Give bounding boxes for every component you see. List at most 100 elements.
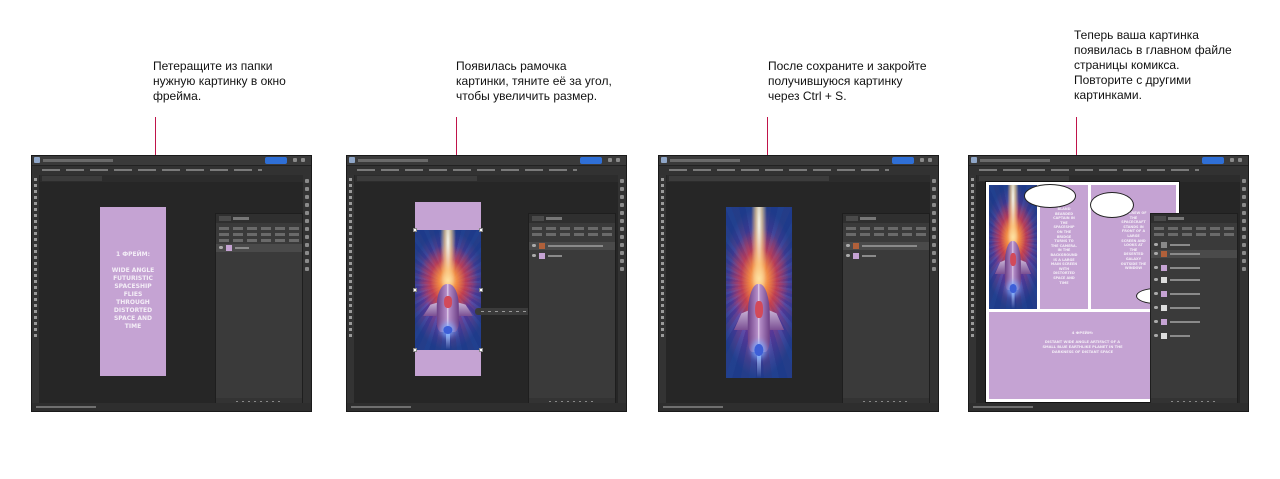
- layer-row[interactable]: [216, 244, 302, 252]
- menu-bar: [659, 156, 938, 165]
- photoshop-window-1: 1 фрейм: wide angle futuristic spaceship…: [31, 155, 312, 412]
- photoshop-logo-icon: [349, 157, 355, 163]
- right-panel-icons[interactable]: [1240, 175, 1248, 403]
- layer-thumbnail-icon: [539, 253, 545, 259]
- eye-icon[interactable]: [1154, 292, 1158, 295]
- eye-icon[interactable]: [532, 244, 536, 247]
- layer-row[interactable]: [1151, 264, 1237, 272]
- layer-thumbnail-icon: [853, 243, 859, 249]
- options-bar: [32, 165, 311, 175]
- share-button[interactable]: [1202, 157, 1224, 164]
- transform-handle[interactable]: [479, 348, 483, 352]
- document-tab-bar: [40, 175, 311, 182]
- eye-icon[interactable]: [532, 254, 536, 257]
- layer-thumbnail-icon: [1161, 319, 1167, 325]
- folder-icon: [1161, 242, 1167, 248]
- layer-thumbnail-icon: [1161, 265, 1167, 271]
- step-1-caption: Петеращите из папки нужную картинку в ок…: [153, 59, 286, 103]
- frame-placeholder[interactable]: 1 фрейм: wide angle futuristic spaceship…: [100, 207, 166, 376]
- eye-icon[interactable]: [846, 254, 850, 257]
- menu-bar: [32, 156, 311, 165]
- layer-row[interactable]: [1151, 290, 1237, 298]
- frame-prompt-text: 1 фрейм: wide angle futuristic spaceship…: [111, 251, 155, 330]
- comic-frame-4[interactable]: 4 фрейм: distant wide angle artifact of …: [989, 312, 1176, 399]
- placed-spaceship-image[interactable]: [726, 207, 792, 378]
- speech-bubble: [1090, 192, 1134, 218]
- photoshop-logo-icon: [971, 157, 977, 163]
- layer-row[interactable]: [843, 252, 929, 260]
- layers-panel[interactable]: [215, 213, 303, 406]
- right-panel-icons[interactable]: [618, 175, 626, 403]
- options-bar: [969, 165, 1248, 175]
- share-button[interactable]: [580, 157, 602, 164]
- comic-frame-4-title: 4 фрейм:: [1071, 330, 1094, 335]
- status-bar: [659, 403, 938, 411]
- layers-panel[interactable]: [842, 213, 930, 406]
- photoshop-window-4: Bland bearded captain in the spaceship o…: [968, 155, 1249, 412]
- eye-icon[interactable]: [846, 244, 850, 247]
- transform-handle[interactable]: [479, 228, 483, 232]
- layers-panel[interactable]: [528, 213, 616, 406]
- layer-thumbnail-icon: [1161, 251, 1167, 257]
- tools-panel[interactable]: [32, 175, 39, 403]
- layers-panel[interactable]: [1150, 213, 1238, 406]
- menu-bar: [347, 156, 626, 165]
- layer-thumbnail-icon: [1161, 291, 1167, 297]
- document-tab-bar: [355, 175, 626, 182]
- transform-handle[interactable]: [413, 288, 417, 292]
- status-bar: [347, 403, 626, 411]
- layer-row[interactable]: [529, 252, 615, 260]
- status-bar: [32, 403, 311, 411]
- tools-panel[interactable]: [659, 175, 666, 403]
- document-tab[interactable]: [669, 176, 829, 181]
- layer-row[interactable]: [1151, 250, 1237, 258]
- status-bar: [969, 403, 1248, 411]
- document-tab[interactable]: [357, 176, 477, 181]
- layer-thumbnail-icon: [1161, 305, 1167, 311]
- layer-row[interactable]: [1151, 332, 1237, 340]
- transform-handle[interactable]: [413, 348, 417, 352]
- search-icon[interactable]: [608, 158, 612, 162]
- eye-icon[interactable]: [1154, 243, 1158, 246]
- layer-thumbnail-icon: [226, 245, 232, 251]
- speech-bubble: [1024, 184, 1076, 208]
- layer-group-row[interactable]: [1151, 241, 1237, 249]
- layer-row[interactable]: [1151, 318, 1237, 326]
- photoshop-window-2: [346, 155, 627, 412]
- menu-bar: [969, 156, 1248, 165]
- layer-row[interactable]: [1151, 304, 1237, 312]
- options-bar: [347, 165, 626, 175]
- search-icon[interactable]: [293, 158, 297, 162]
- layer-thumbnail-icon: [1161, 277, 1167, 283]
- eye-icon[interactable]: [1154, 306, 1158, 309]
- step-3-caption: После сохраните и закройте получившуюся …: [768, 59, 927, 103]
- layer-row[interactable]: [529, 242, 615, 250]
- photoshop-logo-icon: [34, 157, 40, 163]
- share-button[interactable]: [265, 157, 287, 164]
- eye-icon[interactable]: [1154, 320, 1158, 323]
- right-panel-icons[interactable]: [930, 175, 938, 403]
- layer-thumbnail-icon: [853, 253, 859, 259]
- transform-handle[interactable]: [413, 228, 417, 232]
- layer-row[interactable]: [1151, 276, 1237, 284]
- eye-icon[interactable]: [219, 246, 223, 249]
- eye-icon[interactable]: [1154, 266, 1158, 269]
- eye-icon[interactable]: [1154, 278, 1158, 281]
- search-icon[interactable]: [1230, 158, 1234, 162]
- tools-panel[interactable]: [969, 175, 976, 403]
- placed-spaceship-image[interactable]: [415, 230, 481, 350]
- comic-frame-2-text: Bland bearded captain in the spaceship o…: [1050, 207, 1078, 285]
- share-button[interactable]: [892, 157, 914, 164]
- document-tab[interactable]: [42, 176, 102, 181]
- eye-icon[interactable]: [1154, 252, 1158, 255]
- tools-panel[interactable]: [347, 175, 354, 403]
- layer-row[interactable]: [843, 242, 929, 250]
- eye-icon[interactable]: [1154, 334, 1158, 337]
- right-panel-icons[interactable]: [303, 175, 311, 403]
- step-2-caption: Появилась рамочка картинки, тяните её за…: [456, 59, 612, 103]
- search-icon[interactable]: [920, 158, 924, 162]
- transform-handle[interactable]: [479, 288, 483, 292]
- document-tab-bar: [667, 175, 938, 182]
- layer-thumbnail-icon: [539, 243, 545, 249]
- comic-frame-4-text: distant wide angle artifact of a small b…: [1042, 340, 1123, 354]
